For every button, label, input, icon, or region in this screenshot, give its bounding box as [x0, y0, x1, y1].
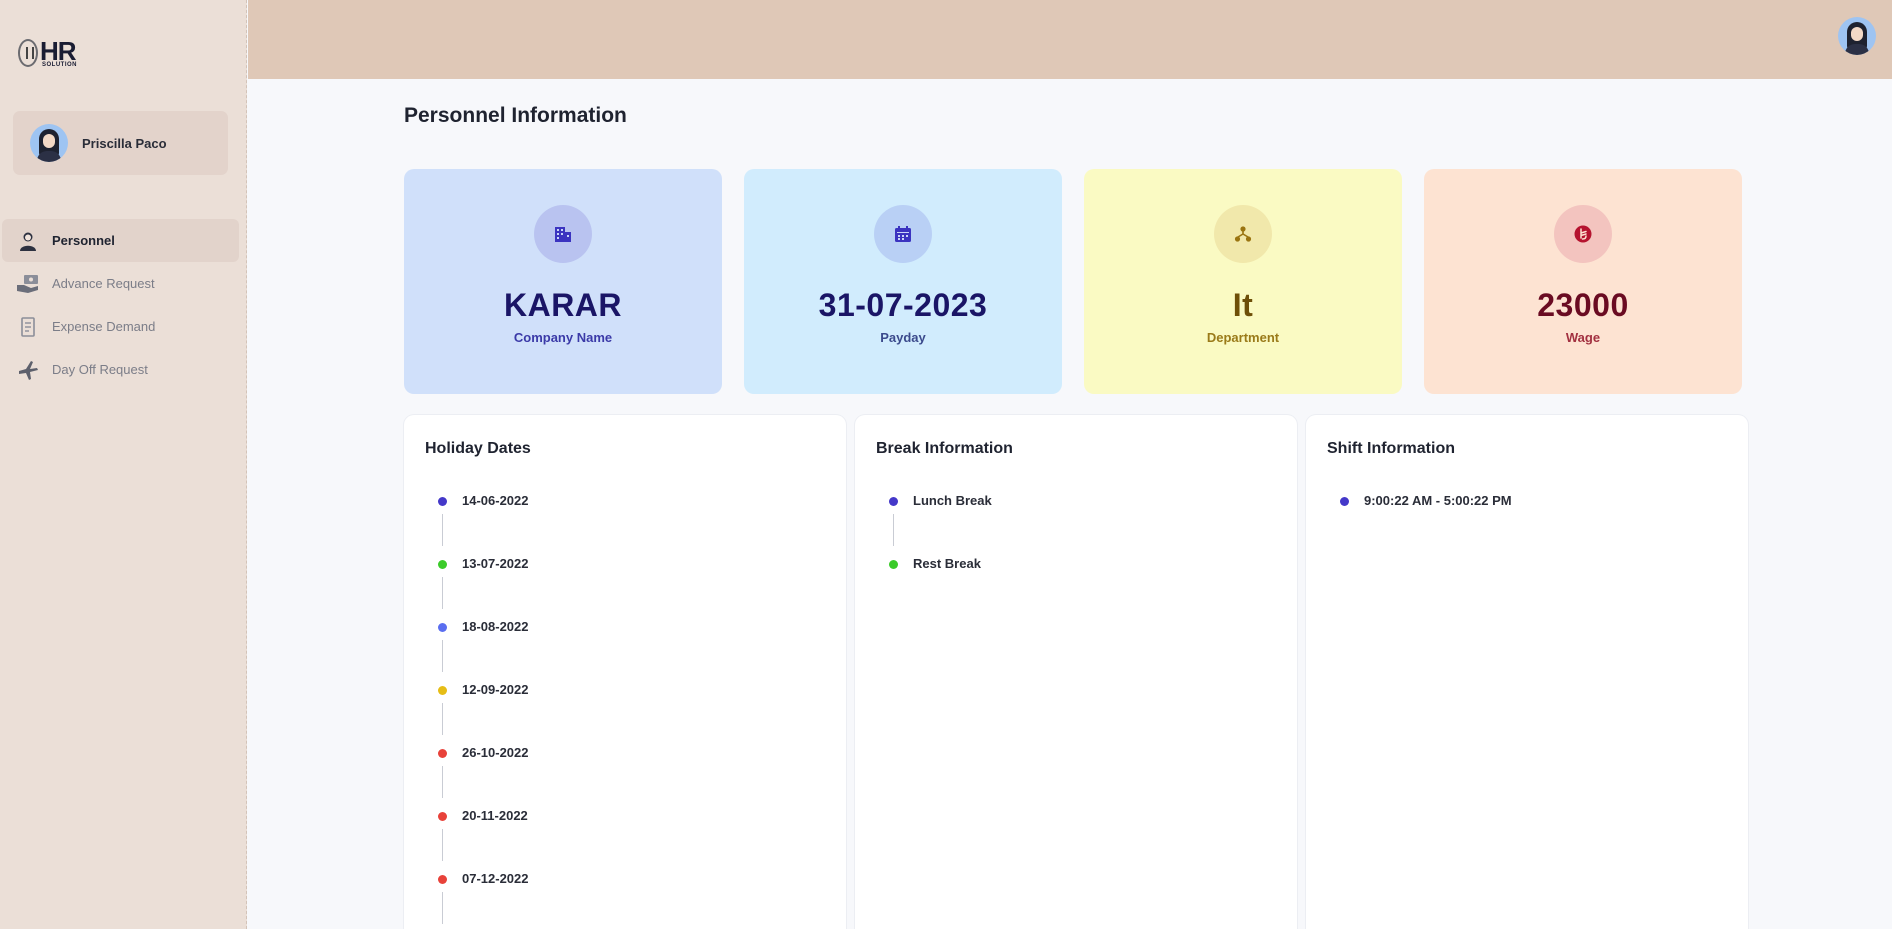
sidebar-item-personnel[interactable]: Personnel: [2, 219, 239, 262]
holiday-date: 12-09-2022: [462, 682, 529, 697]
money-hand-icon: [16, 272, 40, 296]
timeline-dot: [438, 497, 447, 506]
stat-label: Payday: [880, 330, 926, 345]
airplane-icon: [16, 358, 40, 382]
timeline-connector: [442, 892, 443, 924]
timeline-connector: [442, 766, 443, 798]
timeline-dot: [438, 686, 447, 695]
stat-value: 31-07-2023: [818, 287, 988, 323]
panel-title: Shift Information: [1327, 440, 1455, 457]
timeline-connector: [442, 514, 443, 546]
logo-text: HR: [40, 36, 77, 66]
person-icon: [16, 229, 40, 253]
sidebar-item-day-off-request[interactable]: Day Off Request: [2, 348, 239, 391]
timeline-dot: [438, 875, 447, 884]
holiday-date: 13-07-2022: [462, 556, 529, 571]
logo-subtext: SOLUTION: [42, 62, 77, 68]
building-icon: [534, 205, 592, 263]
stat-label: Company Name: [513, 330, 613, 345]
stat-card-company: KARAR Company Name: [404, 169, 722, 394]
app-logo[interactable]: HR SOLUTION: [18, 38, 77, 68]
avatar: [30, 124, 68, 162]
holiday-date: 18-08-2022: [462, 619, 529, 634]
timeline-dot: [438, 560, 447, 569]
stat-label: Wage: [1565, 330, 1601, 345]
receipt-icon: [16, 315, 40, 339]
sidebar-nav: Personnel Advance Request Expense Demand…: [2, 219, 239, 391]
break-name: Lunch Break: [913, 493, 992, 508]
stat-card-department: It Department: [1084, 169, 1402, 394]
stat-value: 23000: [1537, 287, 1629, 323]
timeline-connector: [442, 703, 443, 735]
org-chart-icon: [1214, 205, 1272, 263]
break-name: Rest Break: [913, 556, 981, 571]
holiday-date: 20-11-2022: [462, 808, 528, 823]
profile-avatar-button[interactable]: [1838, 17, 1876, 55]
shift-information-panel: Shift Information 9:00:22 AM - 5:00:22 P…: [1306, 415, 1748, 929]
timeline-connector: [893, 514, 894, 546]
stat-value: KARAR: [503, 287, 623, 323]
timeline-dot: [1340, 497, 1349, 506]
calendar-icon: [874, 205, 932, 263]
sidebar: HR SOLUTION Priscilla Paco Personnel Adv…: [0, 0, 247, 929]
timeline-dot: [438, 812, 447, 821]
sidebar-item-label: Advance Request: [52, 276, 155, 291]
user-name: Priscilla Paco: [82, 135, 167, 151]
timeline-connector: [442, 829, 443, 861]
user-card[interactable]: Priscilla Paco: [13, 111, 228, 175]
timeline-connector: [442, 577, 443, 609]
timeline-dot: [438, 623, 447, 632]
sidebar-item-label: Day Off Request: [52, 362, 148, 377]
timeline-dot: [438, 749, 447, 758]
holiday-date: 07-12-2022: [462, 871, 529, 886]
timeline-connector: [442, 640, 443, 672]
page-title: Personnel Information: [404, 104, 627, 127]
panel-title: Break Information: [876, 440, 1013, 457]
holiday-dates-panel: Holiday Dates 14-06-2022 13-07-2022 18-0…: [404, 415, 846, 929]
break-information-panel: Break Information Lunch Break Rest Break: [855, 415, 1297, 929]
stat-card-wage: 23000 Wage: [1424, 169, 1742, 394]
shift-time: 9:00:22 AM - 5:00:22 PM: [1364, 493, 1512, 508]
stat-value: It: [1232, 287, 1254, 323]
holiday-date: 26-10-2022: [462, 745, 529, 760]
timeline-dot: [889, 497, 898, 506]
currency-icon: [1554, 205, 1612, 263]
sidebar-item-label: Expense Demand: [52, 319, 156, 334]
sidebar-item-expense-demand[interactable]: Expense Demand: [2, 305, 239, 348]
stat-label: Department: [1206, 330, 1280, 345]
sidebar-item-advance-request[interactable]: Advance Request: [2, 262, 239, 305]
stat-card-payday: 31-07-2023 Payday: [744, 169, 1062, 394]
top-bar: [248, 0, 1892, 79]
panel-title: Holiday Dates: [425, 440, 531, 457]
holiday-date: 14-06-2022: [462, 493, 529, 508]
timeline-dot: [889, 560, 898, 569]
logo-icon: [18, 39, 38, 67]
sidebar-item-label: Personnel: [52, 233, 115, 248]
